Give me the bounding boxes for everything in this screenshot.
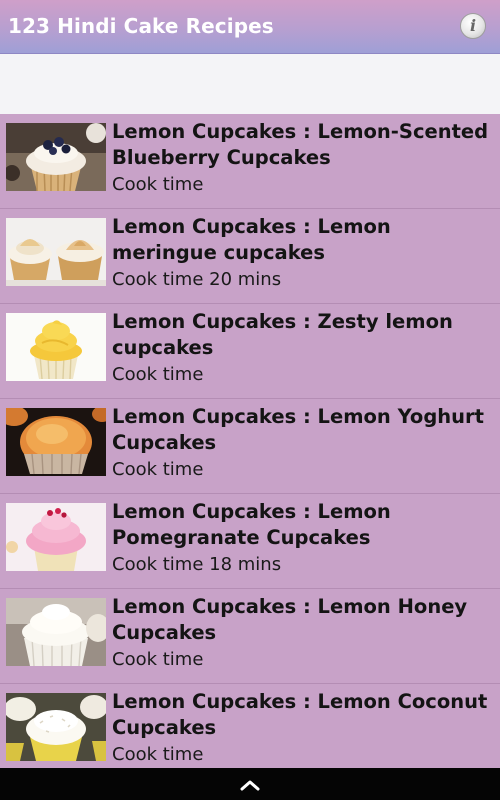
- recipe-title: Lemon Cupcakes : Lemon Yoghurt Cupcakes: [112, 405, 484, 454]
- recipe-list: Lemon Cupcakes : Lemon-Scented Blueberry…: [0, 114, 500, 768]
- app-title: 123 Hindi Cake Recipes: [8, 14, 274, 38]
- recipe-title: Lemon Cupcakes : Lemon Honey Cupcakes: [112, 595, 468, 644]
- recipe-cook-time: Cook time: [112, 649, 204, 670]
- recipe-list-item[interactable]: Lemon Cupcakes : Lemon Pomegranate Cupca…: [0, 494, 500, 589]
- app-bar: 123 Hindi Cake Recipes i: [0, 0, 500, 54]
- coconut-cupcake-image: [6, 693, 106, 761]
- plain-muffin-image: [6, 408, 106, 476]
- recipe-cook-time: Cook time 18 mins: [112, 554, 282, 575]
- recipe-cook-time: Cook time: [112, 459, 204, 480]
- recipe-list-item[interactable]: Lemon Cupcakes : Lemon-Scented Blueberry…: [0, 114, 500, 209]
- recipe-cook-time: Cook time: [112, 174, 204, 195]
- recipe-cook-time: Cook time: [112, 744, 204, 765]
- meringue-cupcake-image: [6, 218, 106, 286]
- recipe-list-item[interactable]: Lemon Cupcakes : Lemon Yoghurt Cupcakes …: [0, 399, 500, 494]
- recipe-title: Lemon Cupcakes : Lemon-Scented Blueberry…: [112, 120, 489, 169]
- recipe-title: Lemon Cupcakes : Lemon Pomegranate Cupca…: [112, 500, 391, 549]
- recipe-list-item[interactable]: Lemon Cupcakes : Lemon Honey Cupcakes Co…: [0, 589, 500, 684]
- chevron-up-icon[interactable]: [240, 777, 260, 791]
- ad-banner[interactable]: [0, 54, 500, 114]
- white-frosted-cupcake-image: [6, 598, 106, 666]
- recipe-list-item[interactable]: Lemon Cupcakes : Lemon meringue cupcakes…: [0, 209, 500, 304]
- recipe-title: Lemon Cupcakes : Zesty lemon cupcakes: [112, 310, 453, 359]
- recipe-cook-time: Cook time: [112, 364, 204, 385]
- recipe-cook-time: Cook time 20 mins: [112, 269, 282, 290]
- recipe-title: Lemon Cupcakes : Lemon meringue cupcakes: [112, 215, 391, 264]
- system-nav-bar: [0, 768, 500, 800]
- pink-frosted-cupcake-image: [6, 503, 106, 571]
- recipe-list-item[interactable]: Lemon Cupcakes : Lemon Coconut Cupcakes …: [0, 684, 500, 768]
- recipe-list-item[interactable]: Lemon Cupcakes : Zesty lemon cupcakes Co…: [0, 304, 500, 399]
- recipe-title: Lemon Cupcakes : Lemon Coconut Cupcakes: [112, 690, 488, 739]
- yellow-frosted-cupcake-image: [6, 313, 106, 381]
- info-icon[interactable]: i: [460, 13, 486, 39]
- blueberry-cupcake-image: [6, 123, 106, 191]
